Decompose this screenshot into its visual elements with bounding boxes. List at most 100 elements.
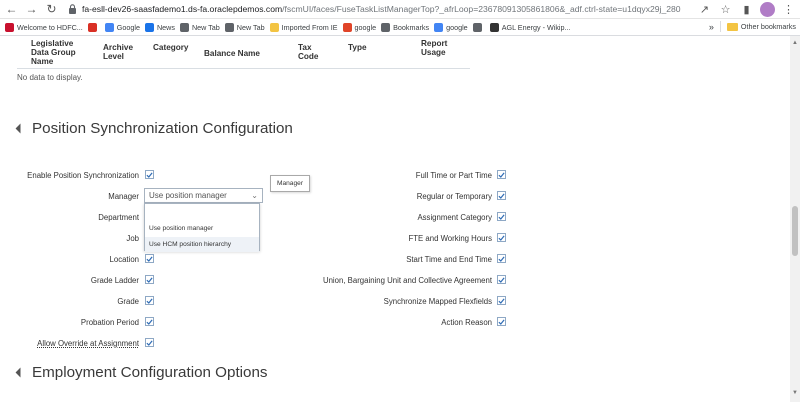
scroll-down-icon[interactable]: ▼ [792,390,798,398]
bookmark-item[interactable]: News [144,20,175,34]
checkmark-icon [146,277,153,283]
checkbox[interactable] [145,296,154,305]
checkmark-icon [498,235,505,241]
reload-icon[interactable]: ↻ [43,1,60,18]
section-position-sync[interactable]: Position Synchronization Configuration [15,120,293,137]
checkmark-icon [498,193,505,199]
bookmark-label: Bookmarks [393,22,430,32]
dropdown-option[interactable]: Use HCM position hierarchy [145,237,259,252]
url-host: fa-esll-dev26-saasfademo1.ds-fa.oraclepd… [82,4,283,14]
sidepanel-icon[interactable]: ▮ [739,1,754,17]
bookmark-label: google [354,22,377,32]
globe-icon [472,22,482,32]
section-employment[interactable]: Employment Configuration Options [15,364,268,381]
browser-address-bar: ← → ↻ fa-esll-dev26-saasfademo1.ds-fa.or… [0,0,800,19]
bookmark-item[interactable] [87,20,100,34]
checkbox[interactable] [145,317,154,326]
column-header[interactable]: Report Usage [421,39,461,57]
wikipedia-icon [489,22,499,32]
folder-icon [726,22,738,31]
checkbox[interactable] [497,254,506,263]
checkmark-icon [146,340,153,346]
checkmark-icon [498,172,505,178]
bookmark-item[interactable]: Bookmarks [381,20,429,34]
google-icon [434,22,444,32]
menu-kebab-icon[interactable]: ⋮ [781,1,796,17]
url-path: /fscmUI/faces/FuseTaskListManagerTop?_af… [282,4,681,14]
checkbox[interactable] [497,296,506,305]
bookmark-label: Welcome to HDFC... [17,22,83,32]
forward-arrow-icon[interactable]: → [23,1,40,18]
checkmark-icon [498,277,505,283]
field-label: Manager [108,192,139,201]
checkmark-icon [498,256,505,262]
checkmark-icon [146,256,153,262]
bookmark-item[interactable]: google [434,20,468,34]
field-label: Synchronize Mapped Flexfields [383,297,492,306]
gmail-icon [87,22,97,32]
manager-select-value: Use position manager [149,191,227,200]
bookmark-item[interactable]: google [342,20,377,34]
bookmark-item[interactable]: AGL Energy - Wikip... [489,20,571,34]
bookmark-item[interactable]: Google [104,20,140,34]
column-header[interactable]: Balance Name [204,49,260,58]
checkbox[interactable] [145,254,154,263]
lock-icon [69,4,76,14]
google-icon [104,22,114,32]
checkbox[interactable] [497,275,506,284]
field-label: Department [98,213,139,222]
bookmark-item[interactable]: New Tab [224,20,265,34]
checkbox[interactable] [145,338,154,347]
manager-dropdown-list: Use position manager Use HCM position hi… [144,203,260,252]
field-label: Grade Ladder [90,276,139,285]
star-icon[interactable]: ☆ [718,1,733,17]
hdfc-icon [5,22,14,32]
collapse-triangle-icon[interactable] [15,123,26,134]
field-label: Full Time or Part Time [415,171,492,180]
column-header[interactable]: Category [153,43,189,52]
column-header[interactable]: Type [348,43,367,52]
news-icon [144,22,154,32]
checkmark-icon [146,319,153,325]
field-label: Action Reason [441,318,492,327]
field-label: FTE and Working Hours [408,234,493,243]
share-icon[interactable]: ↗ [697,1,712,17]
column-header[interactable]: Legislative Data Group Name [31,39,83,66]
checkbox[interactable] [497,170,506,179]
field-label: Grade [117,297,139,306]
scroll-thumb[interactable] [792,206,798,256]
bookmark-label: AGL Energy - Wikip... [501,22,571,32]
field-label: Enable Position Synchronization [27,171,139,180]
url-field[interactable]: fa-esll-dev26-saasfademo1.ds-fa.oraclepd… [68,2,681,17]
profile-avatar[interactable] [760,1,775,17]
checkbox[interactable] [145,275,154,284]
collapse-triangle-icon[interactable] [15,367,26,378]
empty-table-message: No data to display. [17,73,83,82]
back-arrow-icon[interactable]: ← [3,1,20,18]
bookmark-item[interactable]: Imported From IE [269,20,338,34]
checkbox[interactable] [497,212,506,221]
bookmarks-overflow[interactable]: » [709,22,714,32]
bookmark-item[interactable]: Welcome to HDFC... [5,20,83,34]
opera-icon [342,22,352,32]
checkbox[interactable] [145,170,154,179]
bookmark-item[interactable]: New Tab [179,20,220,34]
column-header[interactable]: Archive Level [103,43,143,61]
bookmark-label: google [446,22,468,32]
dropdown-option[interactable]: Use position manager [145,221,259,236]
manager-tooltip: Manager [270,175,310,192]
column-header[interactable]: Tax Code [298,43,324,61]
checkmark-icon [498,298,505,304]
chevron-down-icon[interactable]: ⌄ [251,191,258,200]
checkbox[interactable] [497,191,506,200]
scroll-up-icon[interactable]: ▲ [792,40,798,48]
page-scrollbar[interactable]: ▲ ▼ [790,36,800,402]
field-label: Assignment Category [417,213,492,222]
bookmark-label: New Tab [191,22,220,32]
other-bookmarks[interactable]: Other bookmarks [741,22,796,31]
checkbox[interactable] [497,317,506,326]
checkbox[interactable] [497,233,506,242]
manager-select[interactable]: Use position manager ⌄ [144,188,263,203]
bookmark-item[interactable] [472,20,485,34]
field-label: Location [109,255,139,264]
